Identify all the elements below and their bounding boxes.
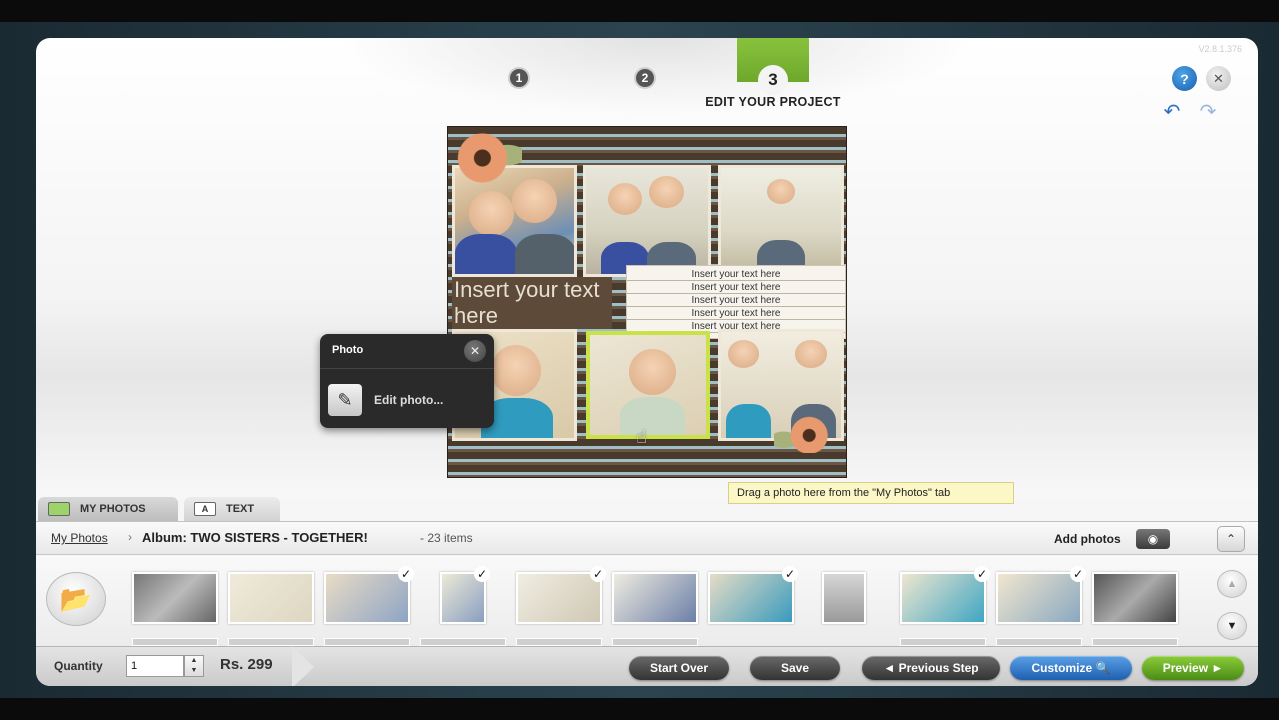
text-box-large[interactable]: Insert your text here — [452, 277, 612, 329]
tab-text[interactable]: A TEXT — [184, 497, 280, 521]
album-title: Album: TWO SISTERS - TOGETHER! — [142, 530, 368, 545]
text-icon: A — [194, 502, 216, 516]
thumbnail[interactable]: ✓ — [996, 566, 1086, 624]
thumbnail[interactable]: ✓ — [708, 566, 798, 624]
thumbnail[interactable] — [228, 638, 314, 646]
thumbnail[interactable] — [1092, 638, 1178, 646]
undo-icon[interactable]: ↶ — [1160, 102, 1184, 122]
thumbnail-strip: 📂 ✓ ✓ ✓ ✓ ✓ ✓ ▲ ▼ — [36, 556, 1258, 646]
scroll-up-icon[interactable]: ▲ — [1217, 570, 1247, 598]
thumbnail[interactable] — [1092, 572, 1178, 624]
thumbnail[interactable] — [996, 638, 1082, 646]
version-label: V2.8.1.376 — [1198, 44, 1242, 54]
thumbnail[interactable] — [900, 638, 986, 646]
divider — [320, 368, 494, 369]
quantity-input[interactable] — [126, 655, 184, 677]
price-label: Rs. 299 — [220, 656, 273, 673]
redo-icon[interactable]: ↷ — [1196, 102, 1220, 122]
text-line[interactable]: Insert your text here — [627, 294, 845, 307]
quantity-stepper[interactable]: ▲ ▼ — [184, 655, 204, 677]
drag-tooltip: Drag a photo here from the "My Photos" t… — [728, 482, 1014, 504]
check-icon: ✓ — [474, 566, 490, 582]
thumbnail[interactable]: ✓ — [516, 566, 606, 624]
text-line[interactable]: Insert your text here — [627, 307, 845, 320]
breadcrumb-separator: › — [128, 530, 132, 544]
footer-bar: Quantity ▲▼ Rs. 299 Start Over Save ◄ Pr… — [36, 646, 1258, 686]
item-count: - 23 items — [420, 531, 473, 545]
thumbnail[interactable] — [612, 638, 698, 646]
step-1[interactable]: 1 — [508, 67, 530, 89]
text-line[interactable]: Insert your text here — [627, 281, 845, 294]
thumbnail[interactable] — [228, 572, 314, 624]
photo-slot-3[interactable] — [718, 165, 844, 277]
thumbnail[interactable] — [516, 638, 602, 646]
thumbnail[interactable] — [132, 572, 218, 624]
check-icon: ✓ — [398, 566, 414, 582]
photo-popover: Photo ✕ ✎ Edit photo... — [320, 334, 494, 428]
add-photos-label[interactable]: Add photos — [1054, 532, 1121, 546]
thumbnail[interactable]: ✓ — [900, 566, 990, 624]
hand-cursor-icon: ☝ — [636, 427, 647, 447]
customize-button[interactable]: Customize 🔍 — [1010, 656, 1132, 680]
thumbnail[interactable]: ✓ — [440, 566, 490, 624]
collage-canvas[interactable]: Insert your text here Insert your text h… — [447, 126, 847, 478]
close-button[interactable]: ✕ — [1206, 66, 1231, 91]
price-arrow — [292, 646, 314, 686]
thumbnail[interactable] — [420, 638, 506, 646]
text-box-lines[interactable]: Insert your text here Insert your text h… — [626, 265, 846, 339]
photos-panel-header: My Photos › Album: TWO SISTERS - TOGETHE… — [36, 521, 1258, 555]
check-icon: ✓ — [1070, 566, 1086, 582]
breadcrumb-my-photos[interactable]: My Photos — [51, 531, 108, 545]
thumbnail[interactable]: ✓ — [324, 566, 414, 624]
steps-bar — [336, 38, 976, 116]
tab-my-photos[interactable]: MY PHOTOS — [38, 497, 178, 521]
flower-decoration — [450, 129, 522, 187]
text-line[interactable]: Insert your text here — [627, 268, 845, 281]
app-window: V2.8.1.376 1 2 3 EDIT YOUR PROJECT ? ✕ ↶… — [36, 38, 1258, 686]
folder-icon[interactable]: 📂 — [46, 572, 106, 626]
check-icon: ✓ — [782, 566, 798, 582]
step-2[interactable]: 2 — [634, 67, 656, 89]
check-icon: ✓ — [590, 566, 606, 582]
check-icon: ✓ — [974, 566, 990, 582]
photos-icon — [48, 502, 70, 516]
tab-label: MY PHOTOS — [80, 503, 146, 515]
collapse-icon[interactable]: ⌃ — [1217, 526, 1245, 552]
quantity-label: Quantity — [54, 659, 103, 673]
photo-slot-2[interactable] — [583, 165, 711, 277]
step-3[interactable]: 3 — [758, 65, 788, 95]
tab-label: TEXT — [226, 503, 255, 515]
popover-title: Photo — [332, 344, 364, 356]
flower-decoration — [774, 409, 838, 453]
popover-close-button[interactable]: ✕ — [464, 340, 486, 362]
pencil-icon[interactable]: ✎ — [328, 384, 362, 416]
thumbnail[interactable] — [324, 638, 410, 646]
thumbnail[interactable] — [132, 638, 218, 646]
save-button[interactable]: Save — [750, 656, 840, 680]
preview-button[interactable]: Preview ► — [1142, 656, 1244, 680]
scroll-down-icon[interactable]: ▼ — [1217, 612, 1247, 640]
thumbnail[interactable] — [822, 572, 866, 624]
edit-photo-link[interactable]: Edit photo... — [374, 393, 443, 407]
current-step-label: EDIT YOUR PROJECT — [705, 95, 841, 109]
help-button[interactable]: ? — [1172, 66, 1197, 91]
thumbnail[interactable] — [612, 572, 698, 624]
previous-step-button[interactable]: ◄ Previous Step — [862, 656, 1000, 680]
start-over-button[interactable]: Start Over — [629, 656, 729, 680]
camera-icon[interactable]: ◉ — [1136, 529, 1170, 549]
photo-slot-5-selected[interactable] — [586, 331, 710, 439]
